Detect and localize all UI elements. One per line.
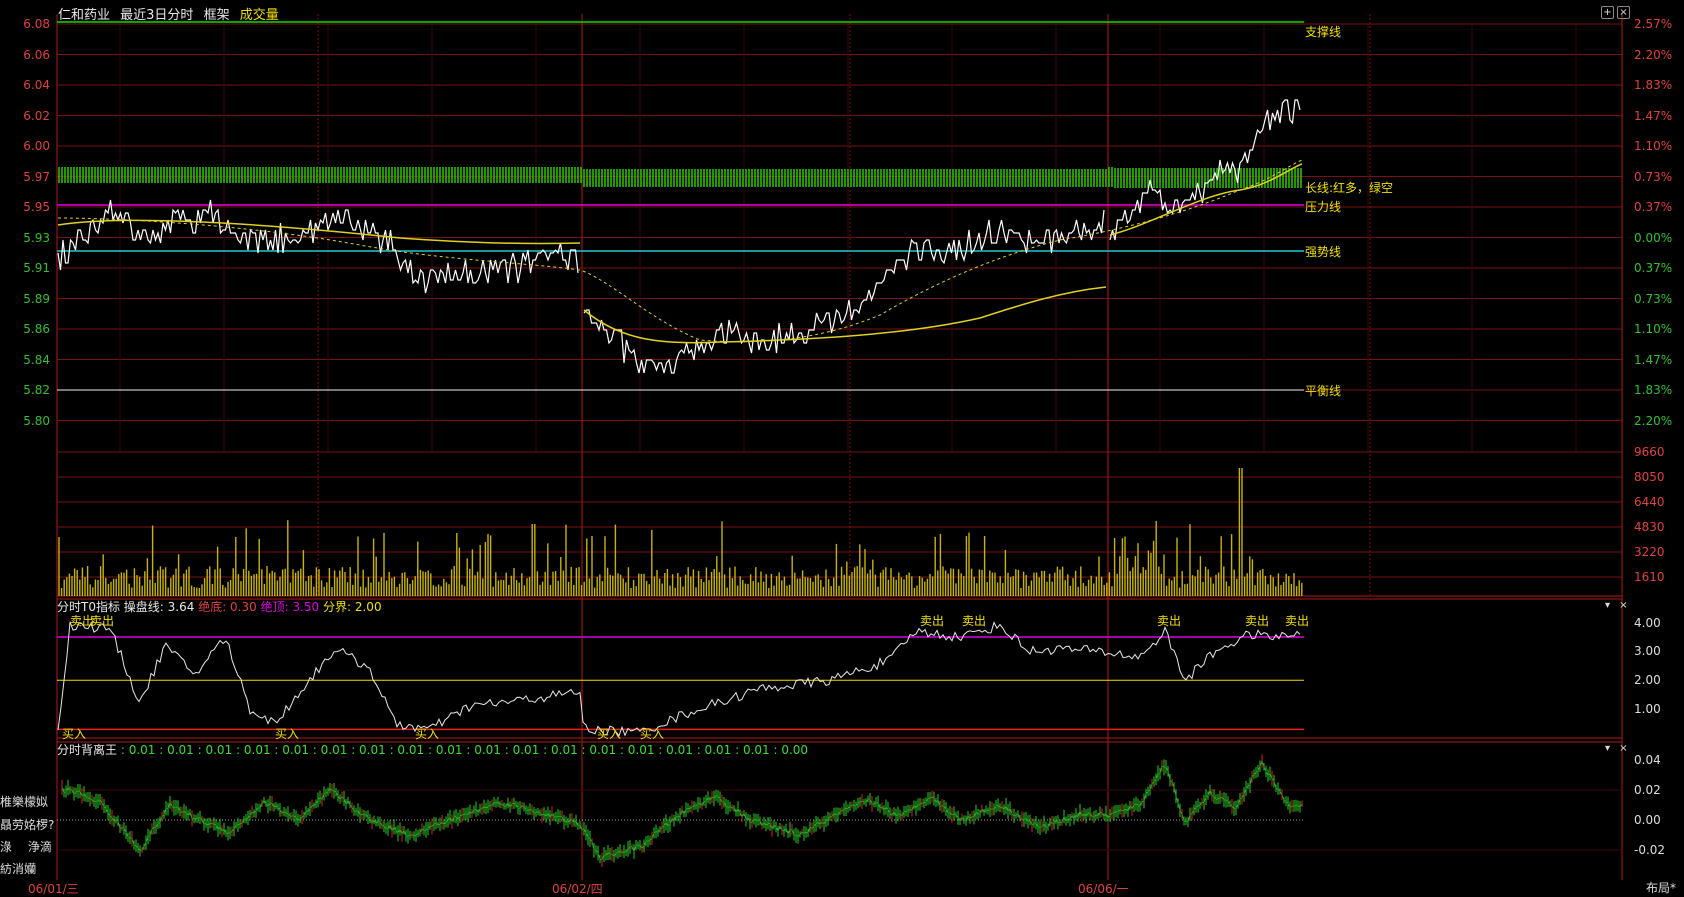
pct-tick: 1.83% — [1634, 383, 1673, 397]
pct-tick: 0.73% — [1634, 169, 1673, 184]
pct-tick: 1.10% — [1634, 322, 1673, 336]
indicator2-values: : 0.01 : 0.01 : 0.01 : 0.01 : 0.01 : 0.0… — [120, 743, 809, 757]
indicator1-tick: 4.00 — [1634, 615, 1661, 630]
indicator2-name[interactable]: 分时背离王 — [57, 743, 117, 757]
volume-tick: 8050 — [1634, 470, 1665, 484]
price-tick: 5.80 — [23, 413, 50, 428]
side-label-4: 紡消孏 — [0, 862, 37, 876]
layout-button[interactable]: 布局* — [1646, 881, 1676, 895]
price-tick: 5.91 — [23, 261, 50, 275]
price-tick: 5.84 — [23, 352, 50, 367]
volume-tick: 6440 — [1634, 495, 1665, 509]
indicator1-name[interactable]: 分时T0指标 — [57, 600, 120, 614]
buy-signal: 买入 — [640, 727, 665, 741]
price-tick: 6.00 — [23, 139, 50, 153]
sell-signal: 卖出 — [962, 614, 987, 628]
add-icon[interactable]: + — [1601, 6, 1614, 19]
pct-tick: 1.47% — [1634, 108, 1673, 123]
buy-signal: 买入 — [275, 727, 300, 741]
side-label-3: 淥 浄滴 — [0, 840, 52, 854]
sell-signal: 卖出 — [920, 614, 945, 628]
price-tick: 5.95 — [23, 200, 50, 214]
buy-signal: 买入 — [597, 727, 622, 741]
indicator1-tick: 1.00 — [1634, 702, 1661, 717]
buy-signal: 买入 — [415, 727, 440, 741]
buy-signal: 买入 — [62, 727, 87, 741]
price-tick: 6.06 — [23, 47, 50, 62]
pct-tick: 0.73% — [1634, 291, 1673, 306]
side-label-2: 贔劳姳椤? — [0, 818, 55, 832]
pct-tick: 1.83% — [1634, 78, 1673, 92]
volume-tick: 1610 — [1634, 570, 1665, 584]
chevron-down-icon[interactable]: ▾ — [1602, 600, 1613, 611]
strong-line-label: 强势线 — [1305, 245, 1342, 259]
indicator1-params: 操盘线: 3.64 绝底: 0.30 绝顶: 3.50 分界: 2.00 — [124, 600, 382, 614]
indicator1-param: 分界: 2.00 — [319, 600, 382, 614]
stock-name[interactable]: 仁和药业 — [58, 8, 110, 23]
sell-signal: 卖出 — [1245, 614, 1270, 628]
indicator2-tick: 0.00 — [1634, 813, 1661, 827]
pct-tick: 2.20% — [1634, 47, 1673, 62]
indicator1-tick: 2.00 — [1634, 673, 1661, 688]
pct-tick: 2.20% — [1634, 413, 1673, 428]
pct-tick: 0.37% — [1634, 261, 1673, 275]
indicator1-tick: 3.00 — [1634, 644, 1661, 659]
chart-header: 仁和药业 最近3日分时 框架 成交量 — [58, 4, 285, 23]
indicator2-tick: -0.02 — [1634, 843, 1666, 857]
date-label-1: 06/01/三 — [28, 882, 79, 896]
date-label-2: 06/02/四 — [552, 882, 603, 896]
volume-tick: 3220 — [1634, 545, 1665, 559]
operate-line — [57, 621, 1301, 737]
intraday-chart[interactable]: 仁和药业 最近3日分时 框架 成交量 + × 支撑线 长线:红多，绿空 压力线 … — [0, 0, 1684, 896]
balance-line-label: 平衡线 — [1305, 384, 1342, 398]
period-label[interactable]: 最近3日分时 — [120, 8, 193, 23]
sell-signal: 卖出 — [1285, 614, 1310, 628]
price-line — [583, 209, 1105, 374]
pct-tick: 0.00% — [1634, 230, 1673, 245]
price-tick: 6.02 — [23, 108, 50, 123]
price-tick: 5.86 — [23, 322, 50, 336]
chart-canvas[interactable] — [0, 0, 1684, 896]
pct-tick: 2.57% — [1634, 17, 1673, 31]
side-label-1: 椎樂檬姒 — [0, 795, 49, 809]
frame-label[interactable]: 框架 — [204, 8, 230, 23]
price-tick: 5.93 — [23, 230, 50, 245]
price-tick: 5.82 — [23, 383, 50, 397]
pct-tick: 1.10% — [1634, 139, 1673, 153]
pct-tick: 1.47% — [1634, 352, 1673, 367]
close-icon[interactable]: × — [1618, 743, 1629, 754]
price-tick: 5.97 — [23, 169, 50, 184]
sell-signal: 卖出 — [1157, 614, 1182, 628]
price-tick: 6.04 — [23, 78, 50, 92]
pressure-line-label: 压力线 — [1305, 200, 1342, 214]
volume-tick: 9660 — [1634, 445, 1665, 459]
close-icon[interactable]: × — [1618, 600, 1629, 611]
price-tick: 6.08 — [23, 17, 50, 31]
indicator1-param: 操盘线: 3.64 — [123, 600, 195, 614]
indicator2-title: 分时背离王 : 0.01 : 0.01 : 0.01 : 0.01 : 0.01… — [57, 741, 808, 758]
volume-tick: 4830 — [1634, 520, 1665, 534]
price-tick: 5.89 — [23, 291, 50, 306]
date-label-3: 06/06/一 — [1078, 882, 1129, 896]
support-line-label: 支撑线 — [1305, 25, 1342, 39]
pct-tick: 0.37% — [1634, 200, 1673, 214]
indicator2-tick: 0.04 — [1634, 753, 1661, 767]
close-icon[interactable]: × — [1617, 6, 1630, 19]
indicator1-param: 绝底: 0.30 — [194, 600, 257, 614]
long-line-label: 长线:红多，绿空 — [1305, 181, 1394, 195]
chevron-down-icon[interactable]: ▾ — [1602, 743, 1613, 754]
indicator2-tick: 0.02 — [1634, 783, 1661, 797]
volume-label[interactable]: 成交量 — [240, 8, 279, 23]
sell-signal: 卖出 — [90, 614, 115, 628]
indicator1-param: 绝顶: 3.50 — [256, 600, 320, 614]
indicator1-title: 分时T0指标 操盘线: 3.64 绝底: 0.30 绝顶: 3.50 分界: 2… — [57, 598, 382, 615]
avg-line — [583, 286, 1107, 344]
